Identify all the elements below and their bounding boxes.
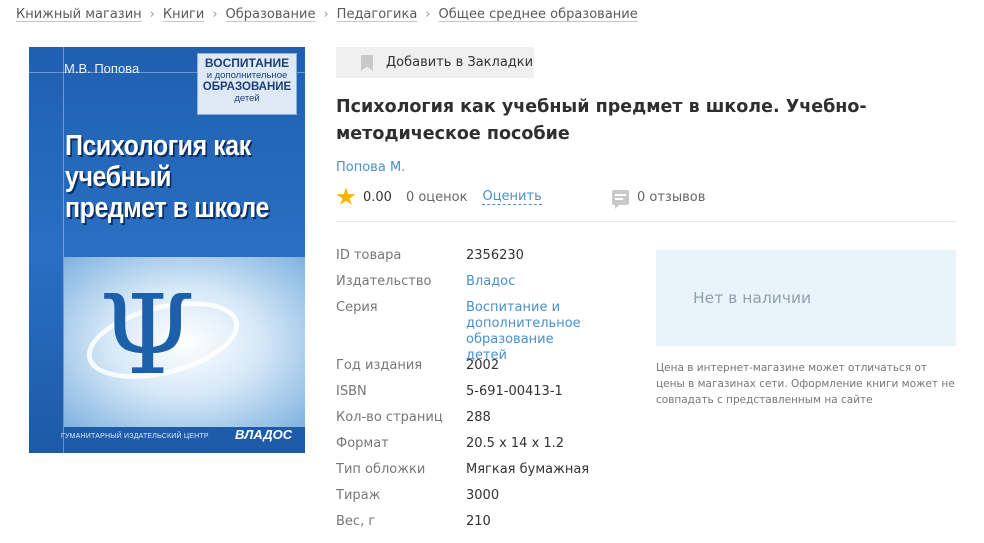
publisher-logo: ВЛАДОС <box>235 427 293 442</box>
cover-publisher: ГУМАНИТАРНЫЙ ИЗДАТЕЛЬСКИЙ ЦЕНТР <box>61 433 209 440</box>
spec-label: ISBN <box>336 384 367 399</box>
spec-label: Вес, г <box>336 514 376 529</box>
cover-title: Психология как учебный предмет в школе <box>65 130 269 224</box>
price-disclaimer: Цена в интернет-магазине может отличатьс… <box>656 362 955 406</box>
psi-symbol-icon: Ψ <box>99 271 196 399</box>
spec-label: Формат <box>336 436 389 451</box>
cover-series-badge: ВОСПИТАНИЕ и дополнительное ОБРАЗОВАНИЕ … <box>197 53 297 115</box>
breadcrumb-link-store[interactable]: Книжный магазин <box>16 7 142 22</box>
chevron-right-icon: › <box>425 7 431 22</box>
breadcrumb-link-education[interactable]: Образование <box>226 7 316 22</box>
spec-value: 20.5 x 14 x 1.2 <box>466 436 565 451</box>
spec-value: 2356230 <box>466 248 524 263</box>
rating-bar: 0.00 0 оценок Оценить <box>336 186 542 208</box>
product-specs: ID товара 2356230 Издательство Владос Се… <box>336 248 606 534</box>
comment-icon-line <box>615 193 626 196</box>
spec-label: Серия <box>336 300 378 315</box>
spec-label: Кол-во страниц <box>336 410 443 425</box>
breadcrumb: Книжный магазин › Книги › Образование › … <box>16 7 638 22</box>
cover-series-line: детей <box>234 93 260 104</box>
spec-value: 5-691-00413-1 <box>466 384 563 399</box>
series-link[interactable]: Воспитание и дополнительное образование … <box>466 300 596 363</box>
chevron-right-icon: › <box>149 7 155 22</box>
add-bookmark-label: Добавить в Закладки <box>386 55 534 70</box>
breadcrumb-link-books[interactable]: Книги <box>163 7 204 22</box>
breadcrumb-link-pedagogy[interactable]: Педагогика <box>337 7 418 22</box>
spec-row: ID товара 2356230 <box>336 248 606 274</box>
availability-status: Нет в наличии <box>656 250 956 346</box>
publisher-link[interactable]: Владос <box>466 274 606 300</box>
spec-label: Год издания <box>336 358 423 373</box>
cover-series-line: и дополнительное <box>206 70 288 81</box>
book-cover-image[interactable]: М.В. Попова ВОСПИТАНИЕ и дополнительное … <box>29 47 305 453</box>
comment-icon <box>612 189 629 209</box>
spec-label: ID товара <box>336 248 402 263</box>
spec-label: Тип обложки <box>336 462 426 477</box>
add-bookmark-button[interactable]: Добавить в Закладки <box>336 47 534 78</box>
cover-series-line: ВОСПИТАНИЕ <box>204 56 290 70</box>
spec-value: 288 <box>466 410 491 425</box>
chevron-right-icon: › <box>323 7 329 22</box>
comment-icon-line <box>615 197 623 200</box>
spec-row: Тип обложки Мягкая бумажная <box>336 462 606 488</box>
reviews-count: 0 отзывов <box>637 189 706 205</box>
divider <box>336 221 956 222</box>
spec-row: ISBN 5-691-00413-1 <box>336 384 606 410</box>
spec-row: Год издания 2002 <box>336 358 606 384</box>
breadcrumb-link-secondary-education[interactable]: Общее среднее образование <box>438 7 637 22</box>
spec-row: Кол-во страниц 288 <box>336 410 606 436</box>
spec-value: Мягкая бумажная <box>466 462 590 477</box>
spec-row: Вес, г 210 <box>336 514 606 534</box>
author-link[interactable]: Попова М. <box>336 160 405 175</box>
chevron-right-icon: › <box>212 7 218 22</box>
page-title: Психология как учебный предмет в школе. … <box>336 97 867 144</box>
availability-text: Нет в наличии <box>693 289 812 307</box>
spec-value: 3000 <box>466 488 500 503</box>
spec-row: Серия Воспитание и дополнительное образо… <box>336 300 606 363</box>
rating-value: 0.00 <box>363 189 392 205</box>
reviews-link[interactable]: 0 отзывов <box>612 187 706 209</box>
spec-label: Издательство <box>336 274 432 289</box>
bookmark-icon <box>361 55 373 71</box>
rate-link[interactable]: Оценить <box>482 189 542 205</box>
spec-value: 210 <box>466 514 491 529</box>
rating-count: 0 оценок <box>405 189 468 205</box>
spec-row: Издательство Владос <box>336 274 606 300</box>
spec-value: 2002 <box>466 358 500 373</box>
spec-label: Тираж <box>336 488 381 503</box>
spec-row: Формат 20.5 x 14 x 1.2 <box>336 436 606 462</box>
spec-row: Тираж 3000 <box>336 488 606 514</box>
cover-author: М.В. Попова <box>64 61 140 76</box>
star-icon <box>336 187 356 205</box>
